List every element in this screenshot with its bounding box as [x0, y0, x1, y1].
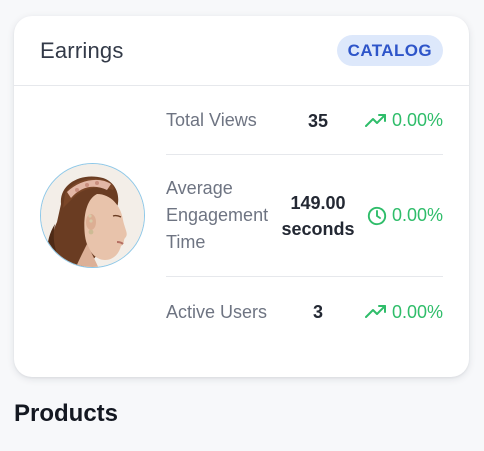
metric-value: 3: [312, 302, 323, 322]
metric-change: 0.00%: [358, 205, 443, 226]
product-card: Earrings CATALOG Total Views 35 0.00% Av…: [14, 16, 469, 377]
catalog-badge[interactable]: CATALOG: [336, 35, 443, 66]
woman-earrings-photo: [41, 164, 144, 267]
metric-row-total-views: Total Views 35 0.00%: [166, 87, 443, 155]
metric-label: Total Views: [166, 110, 257, 130]
metric-label: Active Users: [166, 301, 268, 322]
metric-change-value: 0.00%: [391, 205, 443, 225]
card-title: Earrings: [40, 37, 124, 63]
card-header: Earrings CATALOG: [14, 16, 469, 86]
metric-change-value: 0.00%: [391, 301, 443, 322]
trending-up-icon: [364, 305, 386, 318]
metric-change: 0.00%: [358, 302, 443, 323]
product-image: [40, 163, 145, 268]
metric-change: 0.00%: [358, 110, 443, 131]
products-heading: Products: [14, 400, 119, 427]
metric-change-value: 0.00%: [391, 110, 443, 130]
metric-label: Average Engagement Time: [166, 178, 269, 252]
metric-row-engagement-time: Average Engagement Time 149.00 seconds 0…: [166, 155, 443, 277]
trending-up-icon: [364, 113, 386, 127]
clock-icon: [367, 206, 387, 225]
metric-row-active-users: Active Users 3 0.00%: [166, 277, 443, 347]
metric-value: 35: [307, 110, 329, 131]
metric-value: 149.00 seconds: [281, 192, 355, 239]
metrics-list: Total Views 35 0.00% Average Engagement …: [166, 87, 443, 347]
